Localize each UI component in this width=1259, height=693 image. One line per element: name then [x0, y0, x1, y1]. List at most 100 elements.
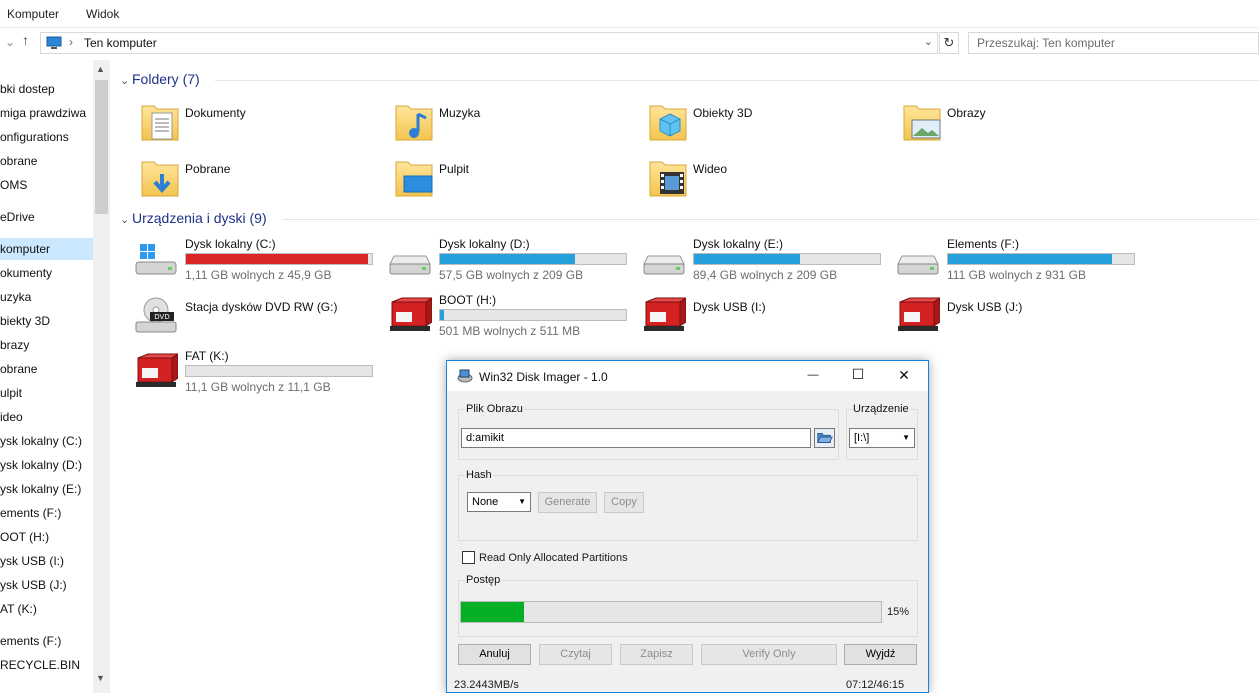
dialog-titlebar[interactable]: Win32 Disk Imager - 1.0 — ☐ ✕: [447, 361, 928, 391]
sidebar-item[interactable]: ysk lokalny (E:): [0, 482, 81, 496]
up-arrow-icon[interactable]: ↑: [22, 32, 29, 48]
folder-label: Obiekty 3D: [693, 106, 753, 120]
drive-usage-fill: [694, 254, 801, 264]
devices-group-title: Urządzenia i dyski (9): [132, 210, 267, 226]
folder-muzyka[interactable]: Muzyka: [394, 100, 644, 150]
sidebar-scrollbar[interactable]: ▲ ▼: [93, 60, 110, 693]
refresh-icon: ↻: [943, 35, 955, 50]
generate-button[interactable]: Generate: [538, 492, 597, 513]
drive-free-space: 111 GB wolnych z 931 GB: [947, 268, 1086, 282]
sidebar-item[interactable]: brazy: [0, 338, 29, 352]
open-folder-icon: [817, 433, 833, 443]
recent-dropdown-icon[interactable]: ⌄: [5, 35, 15, 49]
refresh-button[interactable]: ↻: [939, 32, 959, 54]
browse-button[interactable]: [814, 428, 835, 448]
sidebar-item[interactable]: ements (F:): [0, 506, 61, 520]
search-input[interactable]: Przeszukaj: Ten komputer: [968, 32, 1259, 54]
progress-percent: 15%: [887, 606, 910, 618]
drive-free-space: 1,11 GB wolnych z 45,9 GB: [185, 268, 332, 282]
drive-label: FAT (K:): [185, 349, 229, 363]
image-file-value: d:amikit: [466, 432, 504, 444]
read-only-checkbox[interactable]: [462, 551, 475, 564]
drive-tile[interactable]: Elements (F:) 111 GB wolnych z 931 GB: [896, 236, 1146, 288]
close-icon[interactable]: ✕: [894, 367, 914, 384]
hash-select[interactable]: None ▼: [467, 492, 531, 512]
folder-pobrane[interactable]: Pobrane: [140, 156, 390, 206]
folder-pulpit[interactable]: Pulpit: [394, 156, 644, 206]
maximize-icon[interactable]: ☐: [848, 366, 868, 383]
chevron-down-icon[interactable]: ⌄: [924, 35, 933, 48]
drive-tile[interactable]: BOOT (H:) 501 MB wolnych z 511 MB: [388, 292, 638, 344]
minimize-icon[interactable]: —: [803, 369, 823, 381]
write-button[interactable]: Zapisz: [620, 644, 693, 665]
read-only-label: Read Only Allocated Partitions: [479, 552, 628, 564]
device-group-label: Urządzenie: [852, 403, 910, 415]
sidebar-item[interactable]: eDrive: [0, 210, 35, 224]
disk-imager-app-icon: [457, 369, 473, 383]
address-bar[interactable]: › Ten komputer ⌄: [40, 32, 938, 54]
drive-label: Dysk USB (I:): [693, 300, 766, 314]
folder-obrazy[interactable]: Obrazy: [902, 100, 1152, 150]
drive-usage-bar: [439, 309, 627, 321]
sidebar-item[interactable]: obrane: [0, 362, 37, 376]
drive-tile[interactable]: FAT (K:) 11,1 GB wolnych z 11,1 GB: [134, 348, 384, 400]
drive-tile[interactable]: Dysk lokalny (E:) 89,4 GB wolnych z 209 G…: [642, 236, 892, 288]
sidebar-item[interactable]: miga prawdziwa: [0, 106, 86, 120]
drive-tile[interactable]: DVD Stacja dysków DVD RW (G:): [134, 292, 384, 344]
sidebar-item[interactable]: obrane: [0, 154, 37, 168]
sidebar-item[interactable]: ideo: [0, 410, 23, 424]
hard-drive-icon: [897, 255, 939, 275]
drive-label: Dysk lokalny (C:): [185, 237, 276, 251]
sidebar-item[interactable]: ulpit: [0, 386, 22, 400]
drive-tile[interactable]: Dysk lokalny (D:) 57,5 GB wolnych z 209 G…: [388, 236, 638, 288]
sidebar-item[interactable]: AT (K:): [0, 602, 37, 616]
collapse-chevron-icon[interactable]: ⌄: [120, 213, 132, 226]
read-button[interactable]: Czytaj: [539, 644, 612, 665]
scrollbar-thumb[interactable]: [95, 80, 108, 214]
sidebar-item[interactable]: okumenty: [0, 266, 52, 280]
folder-dokumenty[interactable]: Dokumenty: [140, 100, 390, 150]
sidebar-item[interactable]: bki dostep: [0, 82, 55, 96]
verify-only-button[interactable]: Verify Only: [701, 644, 837, 665]
folders-group-header[interactable]: ⌄ Foldery (7): [120, 71, 200, 87]
sidebar-item[interactable]: onfigurations: [0, 130, 69, 144]
sidebar-item[interactable]: ysk lokalny (D:): [0, 458, 82, 472]
progress-fill: [461, 602, 524, 622]
progress-bar: [460, 601, 882, 623]
drive-tile[interactable]: Dysk USB (J:): [896, 292, 1146, 344]
collapse-chevron-icon[interactable]: ⌄: [120, 74, 132, 87]
image-file-input[interactable]: d:amikit: [461, 428, 811, 448]
folder-wideo[interactable]: Wideo: [648, 156, 898, 206]
sidebar-item-this-pc[interactable]: komputer: [0, 238, 93, 260]
drive-usage-bar: [185, 365, 373, 377]
documents-folder-icon: [141, 105, 179, 141]
menu-widok[interactable]: Widok: [86, 7, 119, 21]
cancel-button[interactable]: Anuluj: [458, 644, 531, 665]
scroll-up-icon[interactable]: ▲: [96, 64, 105, 74]
sidebar-item[interactable]: uzyka: [0, 290, 31, 304]
sidebar-item[interactable]: ysk USB (I:): [0, 554, 64, 568]
sidebar-item[interactable]: ysk USB (J:): [0, 578, 67, 592]
sidebar-item[interactable]: RECYCLE.BIN: [0, 658, 80, 672]
drive-usage-bar: [693, 253, 881, 265]
ribbon-menu: Komputer Widok: [0, 0, 1259, 28]
drive-tile[interactable]: Dysk lokalny (C:) 1,11 GB wolnych z 45,9 …: [134, 236, 384, 288]
menu-komputer[interactable]: Komputer: [7, 7, 59, 21]
sidebar-item[interactable]: ements (F:): [0, 634, 61, 648]
device-select[interactable]: [I:\] ▼: [849, 428, 915, 448]
computer-icon: [46, 36, 62, 49]
scroll-down-icon[interactable]: ▼: [96, 673, 105, 683]
devices-group-header[interactable]: ⌄ Urządzenia i dyski (9): [120, 210, 267, 226]
copy-button[interactable]: Copy: [604, 492, 644, 513]
folder-obiekty-3d[interactable]: Obiekty 3D: [648, 100, 898, 150]
sidebar-item[interactable]: biekty 3D: [0, 314, 50, 328]
dvd-drive-icon: DVD: [135, 297, 177, 333]
drive-label: Stacja dysków DVD RW (G:): [185, 300, 338, 314]
drive-tile[interactable]: Dysk USB (I:): [642, 292, 892, 344]
exit-button[interactable]: Wyjdź: [844, 644, 917, 665]
usb-drive-icon: [644, 297, 686, 331]
svg-text:DVD: DVD: [154, 313, 169, 321]
sidebar-item[interactable]: OMS: [0, 178, 27, 192]
sidebar-item[interactable]: ysk lokalny (C:): [0, 434, 82, 448]
sidebar-item[interactable]: OOT (H:): [0, 530, 49, 544]
